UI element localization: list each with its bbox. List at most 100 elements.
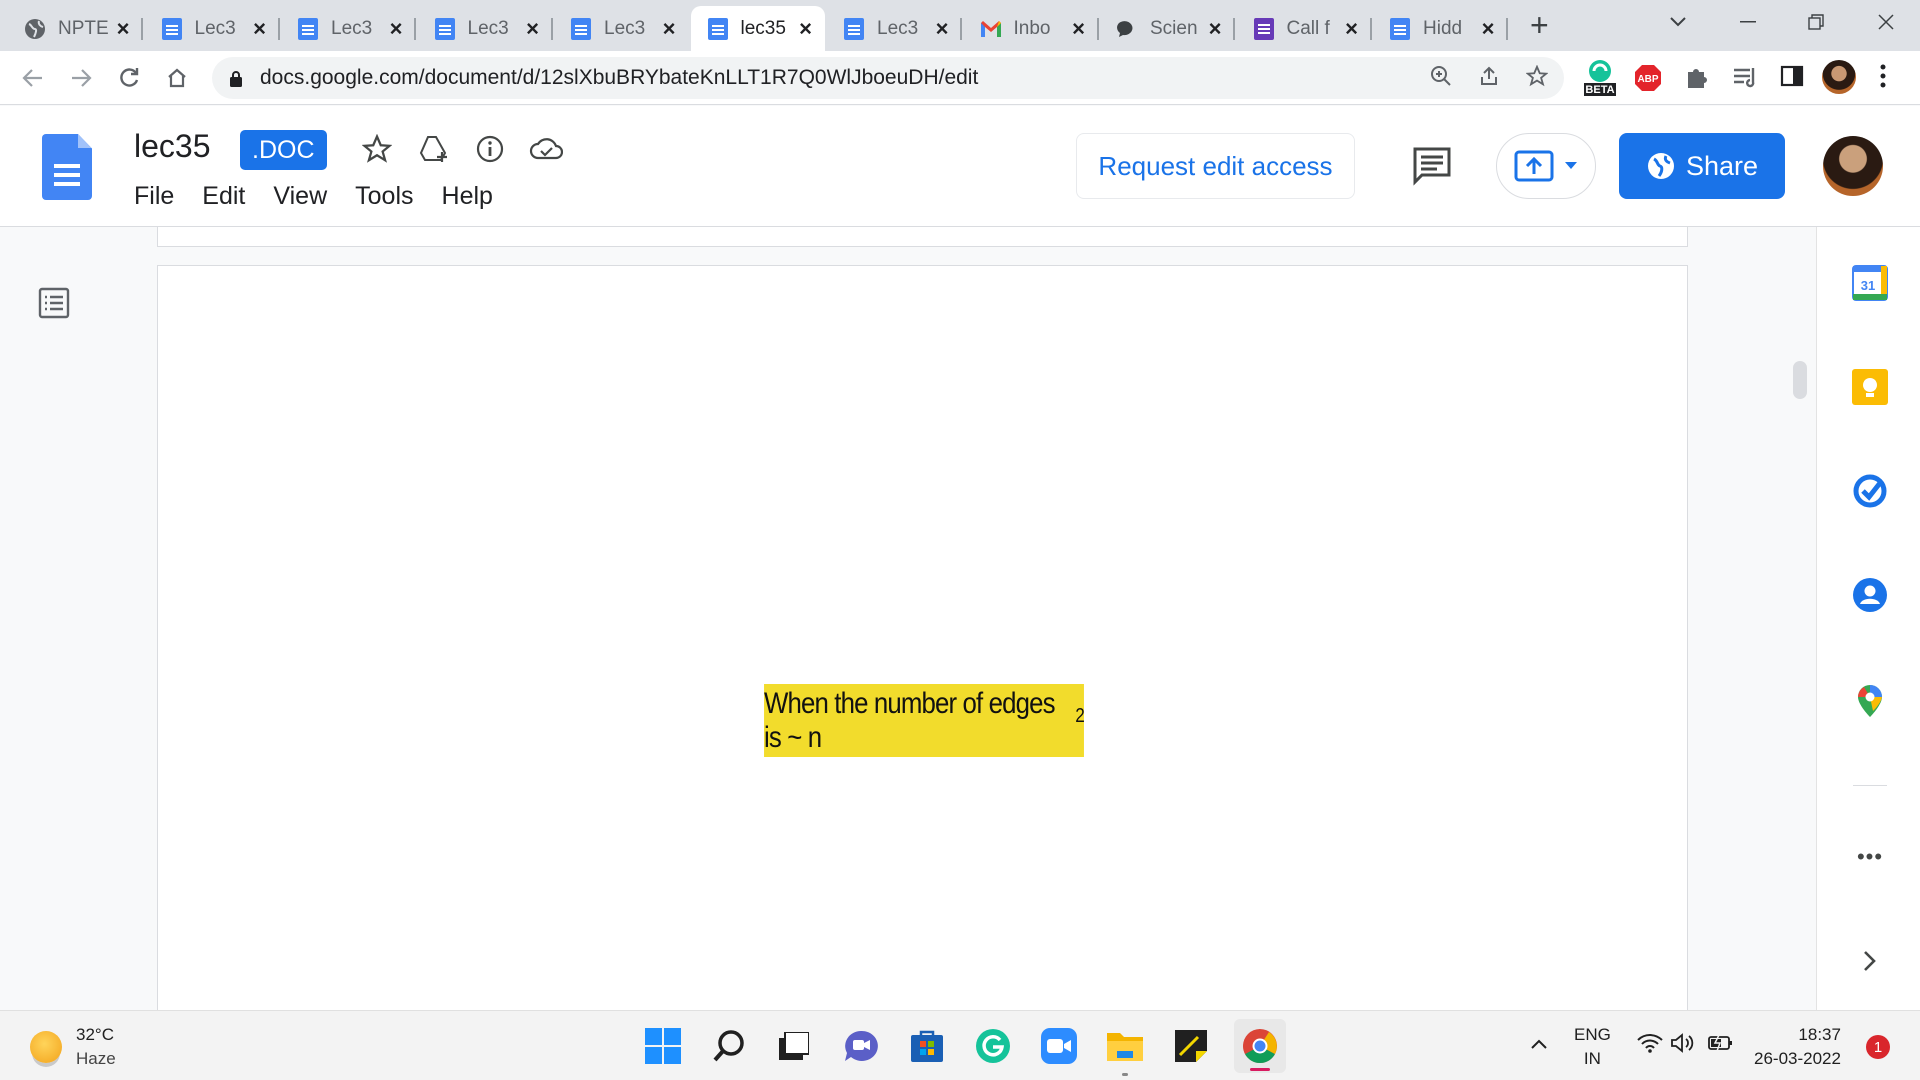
address-bar[interactable]: docs.google.com/document/d/12slXbuBRYbat… [212, 57, 1564, 99]
tab-separator [141, 18, 143, 40]
menu-file[interactable]: File [134, 182, 174, 211]
show-hidden-icons-chevron[interactable] [1530, 1033, 1548, 1057]
minimize-button[interactable] [1718, 0, 1778, 44]
tab-label: NPTE [58, 17, 109, 39]
close-tab-icon[interactable]: × [251, 17, 269, 39]
close-tab-icon[interactable]: × [660, 17, 678, 39]
menu-view[interactable]: View [273, 182, 327, 211]
zoom-icon[interactable] [1430, 65, 1452, 93]
side-panel-icon[interactable] [1780, 64, 1804, 93]
menu-help[interactable]: Help [442, 182, 493, 211]
browser-tab[interactable]: Hidd × [1373, 6, 1508, 51]
wifi-icon[interactable] [1637, 1033, 1663, 1060]
teams-chat-icon[interactable] [840, 1025, 882, 1067]
calendar-icon[interactable]: 31 [1852, 265, 1888, 301]
reading-list-icon[interactable] [1732, 64, 1758, 95]
file-explorer-icon[interactable] [1104, 1025, 1146, 1067]
move-to-drive-icon[interactable] [417, 132, 451, 166]
chrome-taskbar-icon[interactable] [1234, 1019, 1286, 1073]
reload-icon[interactable] [112, 61, 146, 95]
close-tab-icon[interactable]: × [1070, 17, 1088, 39]
language-code: ENG [1574, 1025, 1611, 1044]
browser-tab[interactable]: lec35 × [690, 6, 825, 51]
more-addons-icon[interactable]: ••• [1852, 839, 1888, 875]
task-view-icon[interactable] [773, 1025, 815, 1067]
tab-label: Call f [1286, 17, 1330, 39]
language-indicator[interactable]: ENG IN [1574, 1023, 1611, 1071]
contacts-icon[interactable] [1852, 577, 1888, 613]
notification-badge[interactable]: 1 [1866, 1035, 1890, 1059]
tab-search-icon[interactable] [1648, 0, 1708, 44]
share-page-icon[interactable] [1478, 65, 1500, 93]
keep-icon[interactable] [1852, 369, 1888, 405]
grammarly-app-icon[interactable] [972, 1025, 1014, 1067]
browser-tab[interactable]: Scien × [1100, 6, 1235, 51]
new-tab-button[interactable]: + [1530, 8, 1549, 42]
tab-separator [1096, 18, 1099, 40]
battery-icon[interactable] [1706, 1033, 1734, 1060]
present-button[interactable] [1496, 133, 1596, 199]
close-tab-icon[interactable]: × [1206, 17, 1224, 39]
document-title[interactable]: lec35 [134, 128, 211, 165]
windows-start-icon[interactable] [642, 1025, 684, 1067]
volume-icon[interactable] [1670, 1033, 1696, 1060]
extensions-puzzle-icon[interactable] [1684, 64, 1710, 95]
search-icon[interactable] [708, 1025, 750, 1067]
close-tab-icon[interactable]: × [524, 17, 542, 39]
tasks-icon[interactable] [1852, 473, 1888, 509]
document-page[interactable]: When the number of edges is ~ n 2 [157, 265, 1688, 1011]
cloud-status-icon[interactable] [529, 132, 563, 166]
tab-separator [550, 18, 553, 40]
home-icon[interactable] [160, 61, 194, 95]
adblock-extension-icon[interactable]: ABP [1634, 64, 1662, 97]
browser-tab[interactable]: Inbo × [964, 6, 1099, 51]
share-button[interactable]: Share [1619, 133, 1785, 199]
grammarly-extension-icon[interactable]: BETA [1582, 57, 1618, 102]
comment-history-icon[interactable] [1412, 146, 1452, 191]
tab-separator [1233, 18, 1235, 40]
profile-avatar-small[interactable] [1822, 60, 1856, 94]
close-tab-icon[interactable]: × [114, 17, 132, 39]
close-tab-icon[interactable]: × [933, 17, 951, 39]
browser-tab[interactable]: NPTE × [8, 6, 143, 51]
forms-icon [1253, 17, 1275, 40]
info-icon[interactable] [473, 132, 507, 166]
browser-tab[interactable]: Call f × [1237, 6, 1372, 51]
running-app-dot [1122, 1073, 1128, 1076]
restore-button[interactable] [1786, 0, 1846, 44]
svg-text:ABP: ABP [1637, 74, 1658, 85]
browser-tab[interactable]: Lec3 × [281, 6, 416, 51]
tab-separator [1506, 18, 1508, 40]
browser-tab[interactable]: Lec3 × [827, 6, 962, 51]
maps-icon[interactable] [1852, 683, 1888, 719]
user-avatar[interactable] [1823, 136, 1883, 196]
browser-tab[interactable]: Lec3 × [554, 6, 688, 51]
close-tab-icon[interactable]: × [797, 17, 815, 39]
menu-edit[interactable]: Edit [202, 182, 245, 211]
close-tab-icon[interactable]: × [1479, 17, 1497, 39]
document-outline-icon[interactable] [38, 287, 70, 319]
document-canvas[interactable]: When the number of edges is ~ n 2 [0, 227, 1816, 1011]
chevron-right-icon[interactable] [1852, 943, 1888, 979]
zoom-app-icon[interactable] [1038, 1025, 1080, 1067]
active-app-indicator [1250, 1068, 1270, 1071]
sticky-notes-icon[interactable] [1170, 1025, 1212, 1067]
close-tab-icon[interactable]: × [387, 17, 405, 39]
request-edit-access-button[interactable]: Request edit access [1076, 133, 1355, 199]
bookmark-star-icon[interactable] [1525, 64, 1549, 93]
browser-tab[interactable]: Lec3 × [418, 6, 553, 51]
close-tab-icon[interactable]: × [1343, 17, 1361, 39]
star-icon[interactable] [360, 132, 394, 166]
forward-icon[interactable] [64, 61, 98, 95]
back-icon[interactable] [16, 61, 50, 95]
browser-menu-icon[interactable] [1880, 64, 1886, 93]
weather-widget[interactable]: 32°C Haze [30, 1023, 116, 1071]
microsoft-store-icon[interactable] [906, 1025, 948, 1067]
google-docs-logo[interactable] [42, 134, 92, 200]
scrollbar-thumb[interactable] [1793, 361, 1807, 399]
clock[interactable]: 18:37 26-03-2022 [1754, 1023, 1841, 1071]
menu-tools[interactable]: Tools [355, 182, 413, 211]
close-window-button[interactable] [1856, 0, 1916, 44]
browser-tab[interactable]: Lec3 × [145, 6, 280, 51]
tab-label: Lec3 [877, 17, 919, 39]
